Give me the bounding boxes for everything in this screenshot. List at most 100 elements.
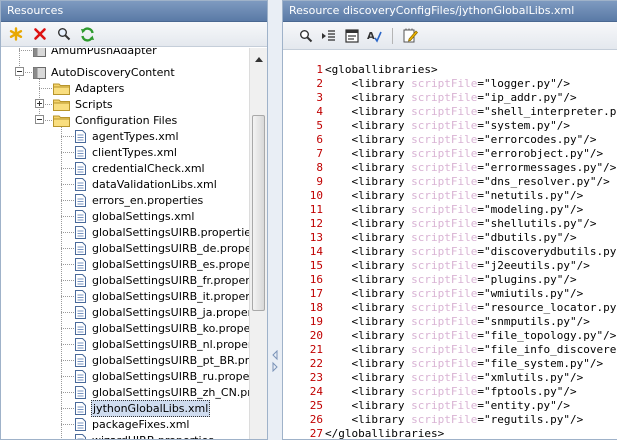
tree-item-file[interactable]: jythonGlobalLibs.xml — [75, 399, 211, 417]
xml-library-tag: <library — [325, 301, 412, 314]
tree-item-file[interactable]: globalSettingsUIRB_ru.properties — [75, 368, 249, 384]
code-line: 19 <library scriptFile="snmputils.py"/> — [295, 315, 617, 329]
tree-item-file[interactable]: globalSettingsUIRB_nl.properties — [75, 336, 249, 352]
xml-attribute-value: ="dns_resolver.py"/> — [477, 175, 610, 188]
expand-icon[interactable] — [35, 99, 44, 108]
code-line: 14 <library scriptFile="discoverydbutils… — [295, 245, 617, 259]
tree-item-file[interactable]: globalSettingsUIRB_ko.properties — [75, 320, 249, 336]
new-resource-button[interactable] — [7, 26, 24, 43]
line-number: 10 — [309, 189, 323, 202]
xml-attribute-name: scriptFile — [411, 301, 478, 314]
tree-item-folder[interactable]: Adapters — [53, 80, 125, 96]
tree-item-file[interactable]: globalSettingsUIRB_zh_CN.properties — [75, 384, 249, 400]
tree-guide-line — [61, 216, 74, 217]
tree-guide-line — [61, 248, 74, 249]
xml-attribute-value: ="ip_addr.py"/> — [477, 91, 577, 104]
file-icon — [75, 257, 86, 271]
tree-item-file[interactable]: errors_en.properties — [75, 192, 204, 208]
collapse-icon[interactable] — [15, 67, 24, 76]
tree-item-file[interactable]: dataValidationLibs.xml — [75, 176, 218, 192]
scrollbar-thumb[interactable] — [252, 115, 265, 311]
pane-splitter[interactable] — [268, 0, 282, 440]
svg-text:A: A — [367, 31, 375, 42]
line-number: 6 — [316, 133, 323, 146]
line-number: 26 — [309, 413, 323, 426]
xml-attribute-name: scriptFile — [411, 259, 478, 272]
tree-vertical-scrollbar[interactable] — [249, 48, 267, 439]
tree-item-folder[interactable]: Configuration Files — [53, 112, 178, 128]
xml-attribute-name: scriptFile — [411, 105, 478, 118]
tree-item-file[interactable]: globalSettingsUIRB.properties — [75, 224, 249, 240]
line-number: 16 — [309, 273, 323, 286]
find-button[interactable] — [297, 27, 314, 44]
xml-open-tag: <globallibraries> — [325, 63, 438, 76]
edit-button[interactable] — [402, 27, 419, 44]
xml-attribute-name: scriptFile — [411, 231, 478, 244]
file-icon — [75, 321, 86, 335]
line-number: 2 — [316, 77, 323, 90]
tree-item-file[interactable]: globalSettingsUIRB_it.properties — [75, 288, 249, 304]
tree-item-file[interactable]: wizardUIRB.properties — [75, 432, 215, 439]
tree-guide-line — [39, 88, 52, 89]
tree-item-file[interactable]: packageFixes.xml — [75, 416, 190, 432]
xml-attribute-value: ="system.py"/> — [477, 119, 571, 132]
search-resources-button[interactable] — [55, 26, 72, 43]
tree-item-file[interactable]: globalSettings.xml — [75, 208, 195, 224]
line-number: 18 — [309, 301, 323, 314]
folder-icon — [53, 115, 70, 127]
line-number: 27 — [309, 427, 323, 440]
tree-guide-line — [19, 50, 32, 51]
goto-line-button[interactable] — [320, 27, 337, 44]
tree-item-file[interactable]: globalSettingsUIRB_fr.properties — [75, 272, 249, 288]
xml-attribute-value: ="dbutils.py"/> — [477, 231, 577, 244]
tree-item-label: globalSettingsUIRB_zh_CN.properties — [92, 385, 249, 399]
xml-attribute-value: ="discoverydbutils.py"/> — [477, 245, 617, 258]
tree-item-file[interactable]: globalSettingsUIRB_ja.properties — [75, 304, 249, 320]
xml-library-tag: <library — [325, 175, 412, 188]
spellcheck-button[interactable]: A — [366, 27, 383, 44]
tree-guide-line — [61, 360, 74, 361]
refresh-resources-button[interactable] — [79, 26, 96, 43]
tree-item-file[interactable]: clientTypes.xml — [75, 144, 178, 160]
line-number: 15 — [309, 259, 323, 272]
tree-guide-line — [61, 184, 74, 185]
collapse-icon[interactable] — [35, 115, 44, 124]
xml-library-tag: <library — [325, 399, 412, 412]
tree-guide-line — [61, 168, 74, 169]
tree-guide-line — [61, 376, 74, 377]
xml-library-tag: <library — [325, 385, 412, 398]
tree-guide-line — [61, 232, 74, 233]
tree-item-file[interactable]: credentialCheck.xml — [75, 160, 206, 176]
delete-resource-button[interactable] — [31, 26, 48, 43]
xml-attribute-value: ="regutils.py"/> — [477, 413, 584, 426]
xml-attribute-name: scriptFile — [411, 161, 478, 174]
code-line: 25 <library scriptFile="entity.py"/> — [295, 399, 617, 413]
xml-code-editor[interactable]: 1 <globallibraries> 2 <library scriptFile=… — [283, 51, 617, 440]
tree-item-file[interactable]: globalSettingsUIRB_de.properties — [75, 240, 249, 256]
scroll-up-arrow-icon[interactable] — [252, 52, 266, 66]
line-number: 13 — [309, 231, 323, 244]
xml-attribute-name: scriptFile — [411, 343, 478, 356]
xml-library-tag: <library — [325, 231, 412, 244]
xml-attribute-name: scriptFile — [411, 245, 478, 258]
tree-item-file[interactable]: globalSettingsUIRB_pt_BR.properties — [75, 352, 249, 368]
tree-item-label: globalSettingsUIRB_ja.properties — [92, 305, 249, 319]
xml-attribute-name: scriptFile — [411, 357, 478, 370]
code-line: 10 <library scriptFile="netutils.py"/> — [295, 189, 617, 203]
tree-item-label: dataValidationLibs.xml — [92, 177, 217, 191]
line-number: 20 — [309, 329, 323, 342]
xml-attribute-name: scriptFile — [411, 287, 478, 300]
tree-item-file[interactable]: agentTypes.xml — [75, 128, 180, 144]
tree-item-package[interactable]: AmumPushAdapter — [33, 48, 158, 58]
format-button[interactable] — [343, 27, 360, 44]
tree-item-label: clientTypes.xml — [92, 145, 177, 159]
line-number: 11 — [309, 203, 323, 216]
tree-item-file[interactable]: globalSettingsUIRB_es.properties — [75, 256, 249, 272]
splitter-arrows-icon[interactable] — [271, 350, 279, 372]
tree-item-folder[interactable]: Scripts — [53, 96, 114, 112]
file-icon — [75, 353, 86, 367]
tree-item-package[interactable]: AutoDiscoveryContent — [33, 64, 176, 80]
line-number: 7 — [316, 147, 323, 160]
code-line: 23 <library scriptFile="xmlutils.py"/> — [295, 371, 617, 385]
xml-attribute-name: scriptFile — [411, 189, 478, 202]
